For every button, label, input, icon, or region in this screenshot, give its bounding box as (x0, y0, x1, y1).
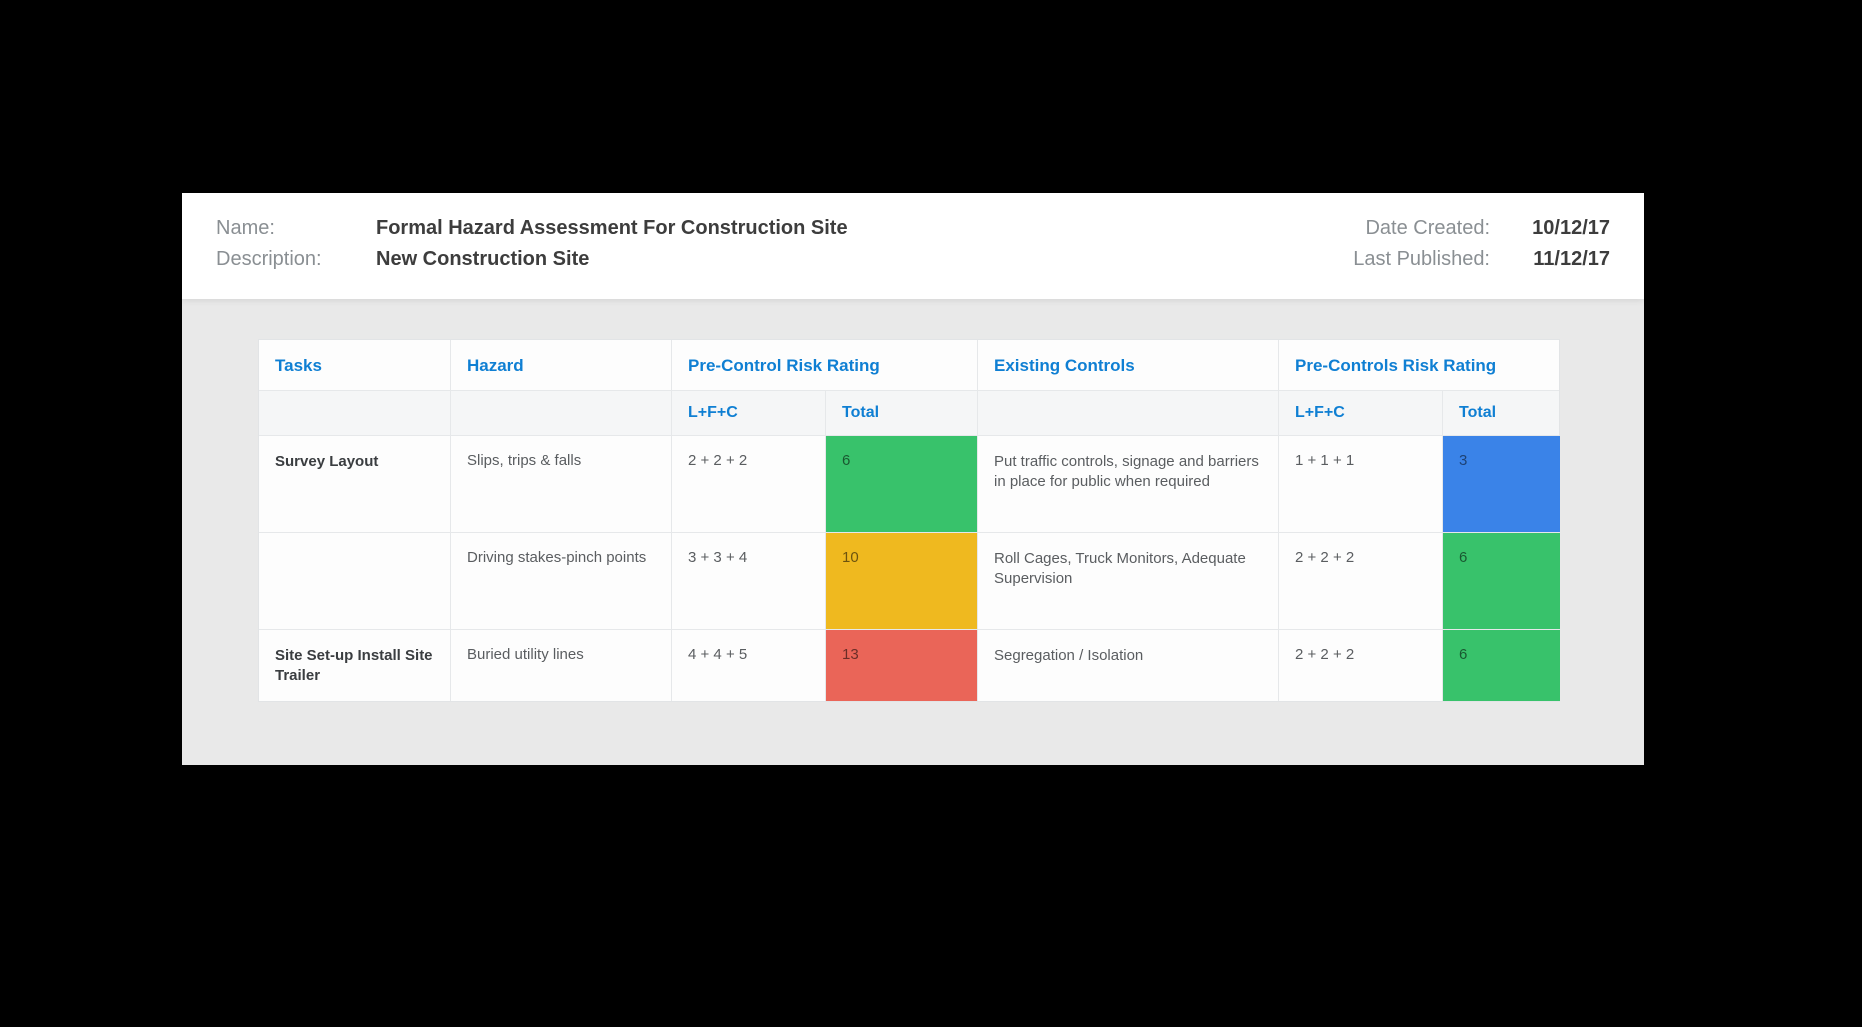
value-name: Formal Hazard Assessment For Constructio… (376, 217, 848, 240)
cell-lfc2: 2 + 2 + 2 (1279, 630, 1443, 701)
value-date-created: 10/12/17 (1516, 217, 1610, 240)
header-band: Name: Formal Hazard Assessment For Const… (182, 193, 1644, 299)
cell-total-post: 3 (1443, 436, 1560, 532)
col-tasks: Tasks (259, 340, 451, 390)
col-precontrol: Pre-Control Risk Rating (672, 340, 978, 390)
label-last-published: Last Published: (1353, 248, 1490, 271)
table-row: Driving stakes-pinch points 3 + 3 + 4 10… (259, 533, 1559, 630)
value-description: New Construction Site (376, 248, 589, 271)
cell-total-post: 6 (1443, 533, 1560, 629)
col-lfc-2: L+F+C (1279, 391, 1443, 435)
value-last-published: 11/12/17 (1516, 248, 1610, 271)
col-total-1: Total (826, 391, 978, 435)
cell-task (259, 533, 451, 629)
cell-lfc2: 1 + 1 + 1 (1279, 436, 1443, 532)
cell-hazard: Driving stakes-pinch points (451, 533, 672, 629)
table-header-row-1: Tasks Hazard Pre-Control Risk Rating Exi… (259, 340, 1559, 391)
cell-lfc: 4 + 4 + 5 (672, 630, 826, 701)
cell-controls: Put traffic controls, signage and barrie… (978, 436, 1279, 532)
table-row: Site Set-up Install Site Trailer Buried … (259, 630, 1559, 701)
cell-total-pre: 10 (826, 533, 978, 629)
header-row-desc: Description: New Construction Site Last … (216, 248, 1610, 271)
cell-controls: Segregation / Isolation (978, 630, 1279, 701)
cell-task: Site Set-up Install Site Trailer (259, 630, 451, 701)
col-existing: Existing Controls (978, 340, 1279, 390)
cell-hazard: Buried utility lines (451, 630, 672, 701)
table-header-row-2: L+F+C Total L+F+C Total (259, 391, 1559, 436)
cell-total-pre: 6 (826, 436, 978, 532)
cell-hazard: Slips, trips & falls (451, 436, 672, 532)
col-precontrols2: Pre-Controls Risk Rating (1279, 340, 1560, 390)
label-date-created: Date Created: (1365, 217, 1490, 240)
cell-total-pre: 13 (826, 630, 978, 701)
col-existing-sub (978, 391, 1279, 435)
cell-controls: Roll Cages, Truck Monitors, Adequate Sup… (978, 533, 1279, 629)
cell-total-post: 6 (1443, 630, 1560, 701)
col-total-2: Total (1443, 391, 1560, 435)
risk-table: Tasks Hazard Pre-Control Risk Rating Exi… (258, 339, 1560, 702)
col-hazard: Hazard (451, 340, 672, 390)
cell-lfc: 3 + 3 + 4 (672, 533, 826, 629)
cell-lfc2: 2 + 2 + 2 (1279, 533, 1443, 629)
col-tasks-sub (259, 391, 451, 435)
col-lfc-1: L+F+C (672, 391, 826, 435)
label-name: Name: (216, 217, 376, 240)
label-description: Description: (216, 248, 376, 271)
table-row: Survey Layout Slips, trips & falls 2 + 2… (259, 436, 1559, 533)
col-hazard-sub (451, 391, 672, 435)
cell-task: Survey Layout (259, 436, 451, 532)
cell-lfc: 2 + 2 + 2 (672, 436, 826, 532)
header-row-name: Name: Formal Hazard Assessment For Const… (216, 217, 1610, 240)
